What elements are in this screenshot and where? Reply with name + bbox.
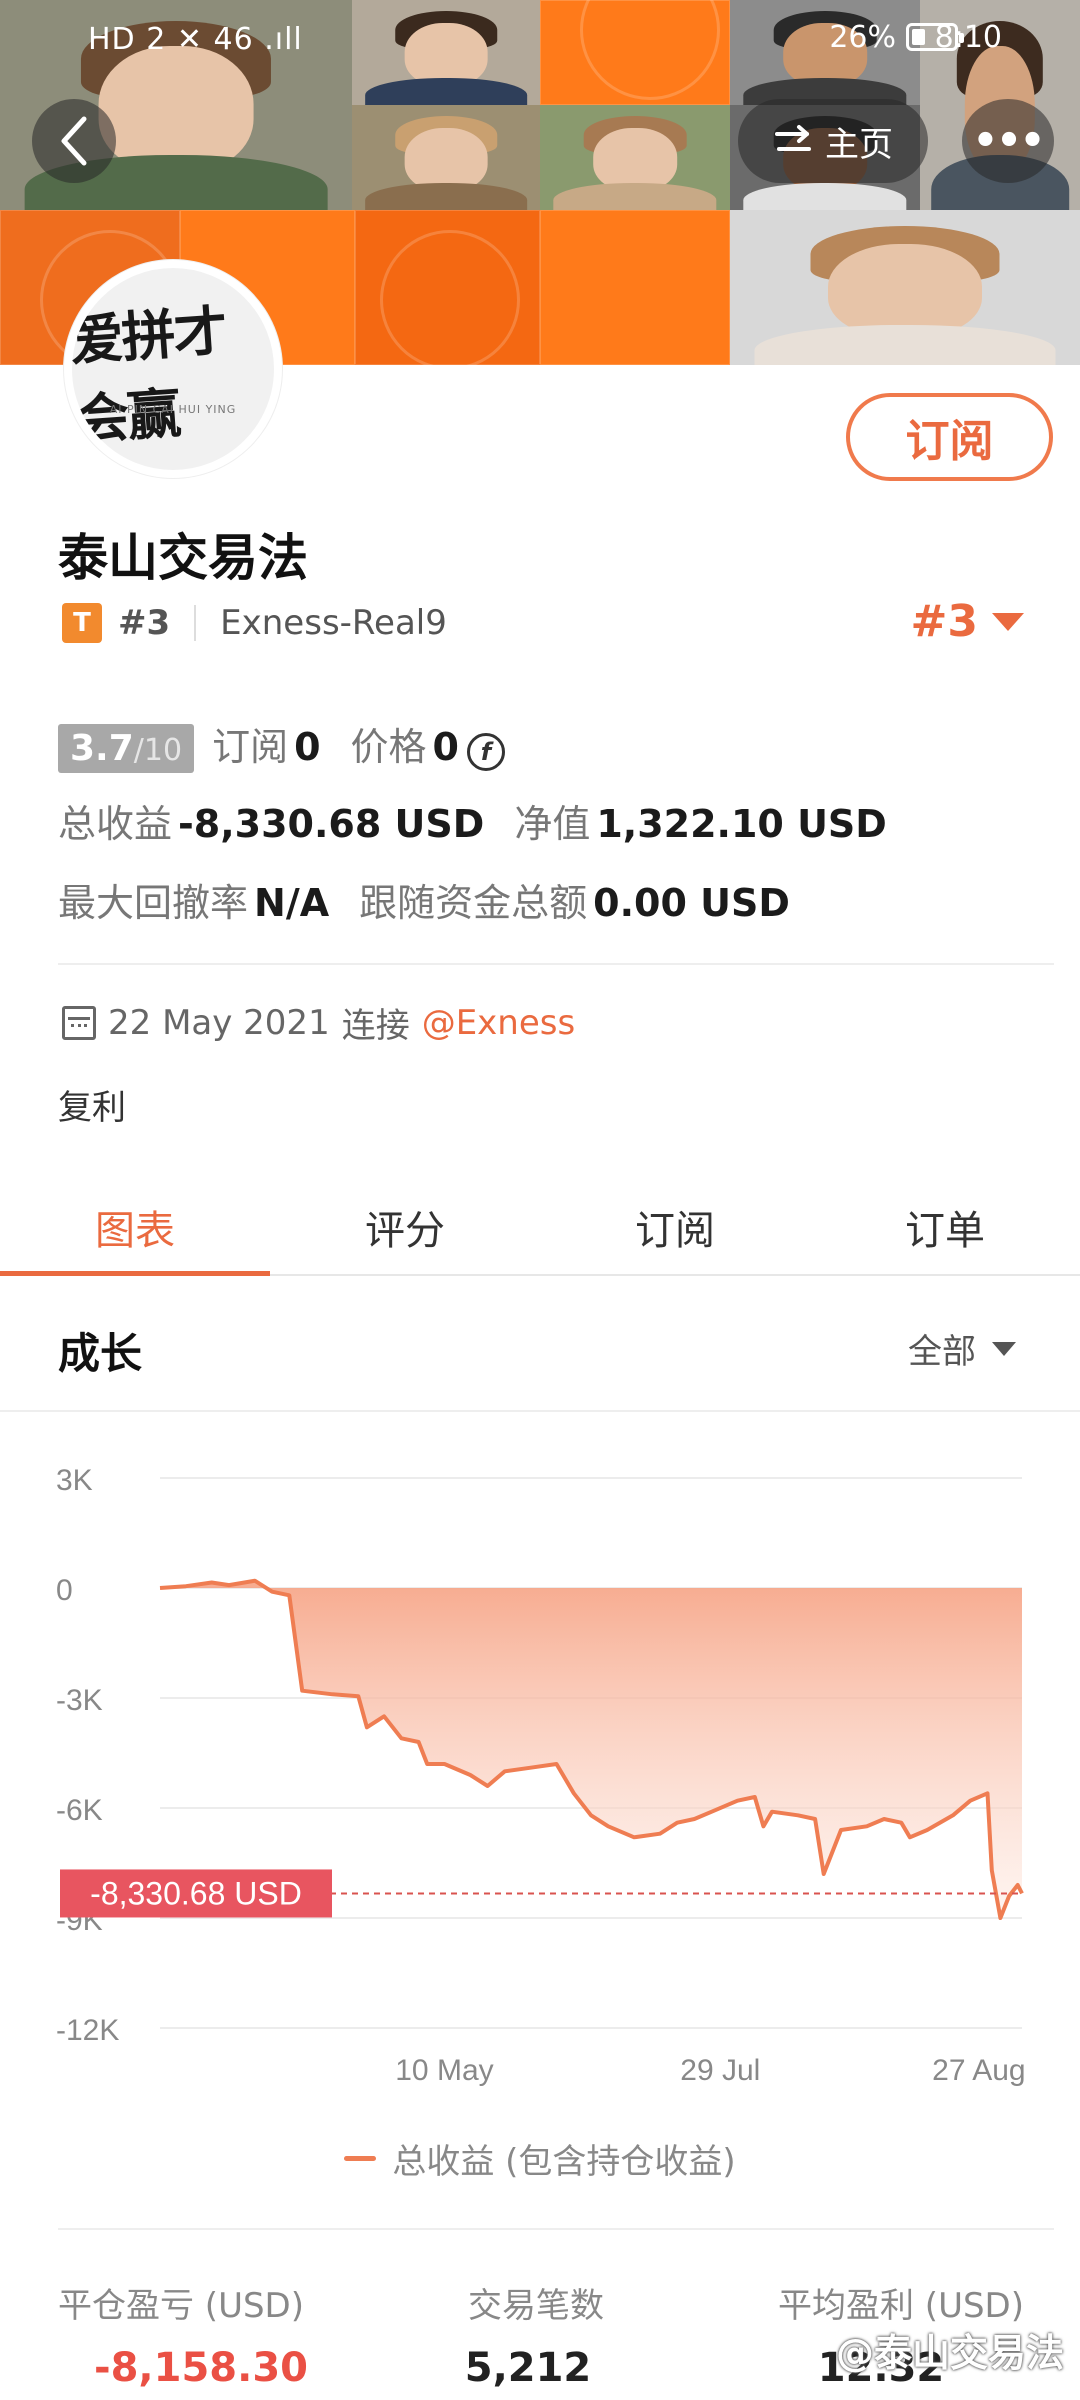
watermark: @泰山交易法 [835,2331,1064,2375]
x-tick-label: 10 May [395,2054,493,2087]
meta-separator [194,605,197,641]
growth-chart: 3K0-3K-6K-9K-12K 10 May 29 Jul 27 Aug -8,3… [56,1464,1026,2087]
home-button[interactable]: 主页 [738,99,928,183]
trader-type-badge: T [62,603,102,643]
summary-value: -8,158.30 [94,2345,308,2391]
equity-value: 1,322.10 USD [596,802,887,846]
section-title: 成长 [58,1329,143,1378]
subscribe-count-value: 0 [294,725,321,769]
avatar: 爱拼才会赢 AI PIN CAI HUI YING [64,260,282,478]
area-fill [160,1580,1022,1918]
divider [58,963,1054,965]
summary-closed-pnl: 平仓盈亏 (USD) -8,158.30 [58,2278,308,2391]
price-label: 价格 [350,725,427,769]
chevron-left-icon [61,116,87,166]
summary-label: 平均盈利 (USD) [778,2286,1024,2326]
network-indicators: HD 2 ✕ 46 .ıll [88,22,303,57]
broker-account: Exness-Real9 [220,603,447,643]
score-suffix: /10 [133,733,183,768]
max-drawdown-value: N/A [254,881,330,925]
stats-row-1: 3.7/10 订阅 0 价格 0 f [58,716,505,773]
more-icon: ••• [972,118,1046,164]
connection-info: 22 May 2021 连接 @Exness [62,998,575,1047]
caret-down-icon [992,1341,1016,1356]
trader-rank: #3 [118,603,171,643]
price-value: 0 [432,725,459,769]
connection-label: 连接 [341,1006,410,1046]
summary-trade-count: 交易笔数 5,212 [465,2278,604,2391]
more-button[interactable]: ••• [962,99,1054,183]
caret-down-icon [992,612,1024,631]
score-value: 3.7 [70,728,134,769]
summary-label: 平仓盈亏 (USD) [58,2286,304,2326]
stats-row-2: 总收益 -8,330.68 USD 净值 1,322.10 USD [58,793,917,848]
range-filter-dropdown[interactable]: 全部 [908,1324,1016,1373]
stats-row-3: 最大回撤率 N/A 跟随资金总额 0.00 USD [58,872,820,927]
summary-value: 5,212 [464,2345,592,2391]
subscribe-count-label: 订阅 [212,725,289,769]
total-profit-value: -8,330.68 USD [178,802,485,846]
broker-link[interactable]: @Exness [422,1003,576,1043]
max-drawdown-label: 最大回撤率 [58,881,249,925]
trader-meta: T #3 Exness-Real9 [62,597,447,649]
x-tick-label: 27 Aug [932,2054,1025,2087]
avatar-logo-text: 爱拼才会赢 [67,298,228,452]
divider [58,2228,1054,2230]
avatar-logo-subtext: AI PIN CAI HUI YING [109,403,237,416]
calendar-icon [62,1005,96,1040]
score-badge: 3.7/10 [58,724,195,773]
trader-name: 泰山交易法 [58,529,308,587]
equity-label: 净值 [514,802,591,846]
current-value-label: -8,330.68 USD [90,1875,302,1911]
y-tick-label: -12K [56,2014,119,2047]
y-tick-label: 0 [56,1574,73,1607]
chart-legend: 总收益 (包含持仓收益) [0,2134,1080,2183]
subscribe-button[interactable]: 订阅 [846,393,1053,481]
strategy-description: 复利 [58,1088,126,1128]
legend-swatch [344,2156,377,2161]
switch-arrows-icon [775,125,811,151]
tab-subscribe[interactable]: 订阅 [540,1180,810,1274]
summary-label: 交易笔数 [468,2286,604,2326]
clock: 8:10 [934,20,1002,55]
tab-rating[interactable]: 评分 [270,1180,540,1274]
connection-date: 22 May 2021 [108,1002,330,1043]
legend-label: 总收益 (包含持仓收益) [392,2142,736,2182]
range-filter-label: 全部 [908,1332,976,1372]
x-tick-label: 29 Jul [680,2054,760,2087]
rank-dropdown-label: #3 [910,596,978,647]
y-tick-label: -6K [56,1794,103,1827]
follow-funds-value: 0.00 USD [593,881,790,925]
home-label: 主页 [825,124,893,165]
app-root: HD 2 ✕ 46 .ıll 26% 8:10 主页 ••• 爱拼才会赢 AI … [0,0,1080,2400]
battery-percent: 26% [829,20,896,55]
tab-chart[interactable]: 图表 [0,1180,270,1276]
growth-section-header: 成长 全部 [0,1278,1080,1412]
follow-funds-label: 跟随资金总额 [359,881,588,925]
coin-icon: f [467,733,505,771]
back-button[interactable] [32,99,116,183]
y-tick-label: -3K [56,1684,103,1717]
y-tick-label: 3K [56,1464,93,1497]
status-bar: HD 2 ✕ 46 .ıll 26% 8:10 [0,0,1080,80]
rank-dropdown[interactable]: #3 [911,596,1024,647]
tab-orders[interactable]: 订单 [810,1180,1080,1274]
total-profit-label: 总收益 [58,802,173,846]
tab-bar: 图表 评分 订阅 订单 [0,1180,1080,1276]
